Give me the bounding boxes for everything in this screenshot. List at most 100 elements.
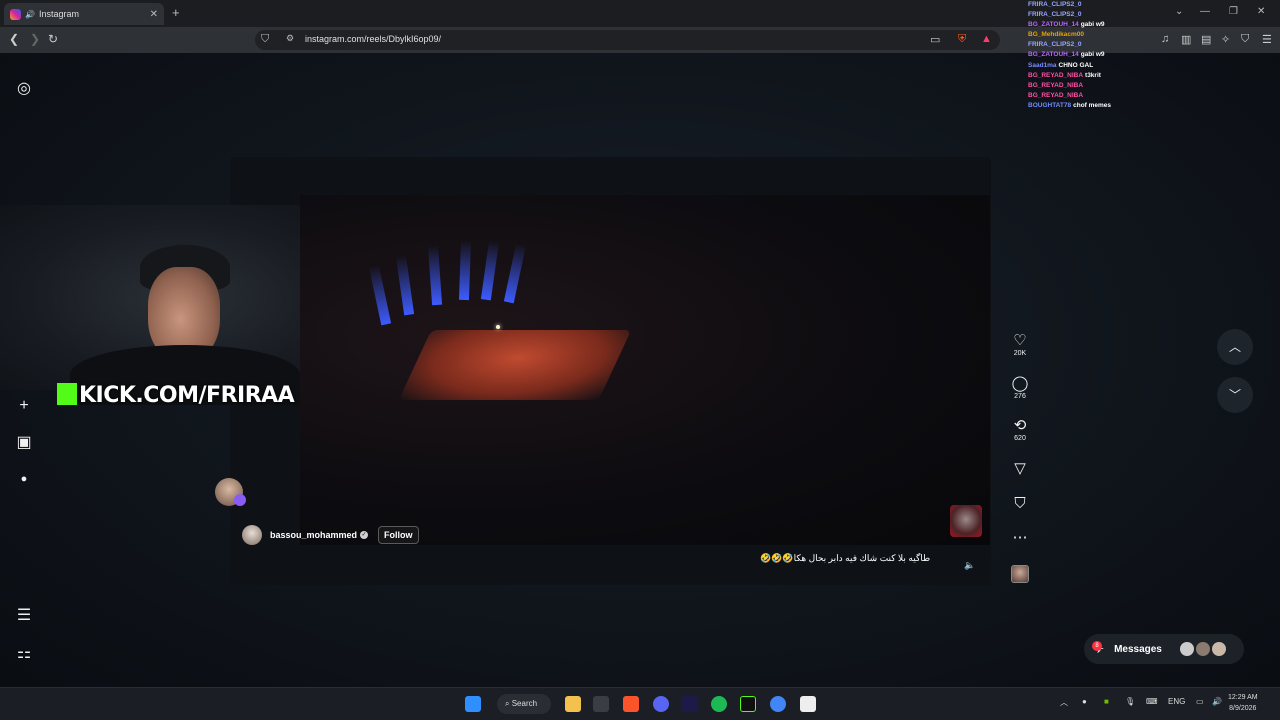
chat-username: FRIRA_CLIPS2_0 — [1028, 11, 1082, 19]
profile-avatar-icon[interactable]: ● — [15, 470, 33, 488]
menu-icon[interactable]: ☰ — [1262, 33, 1272, 46]
vpn-icon[interactable]: ⛉ — [1241, 33, 1249, 46]
reel-video-frame[interactable] — [300, 195, 990, 545]
chat-username: BG_ZATOUH_14 — [1028, 21, 1079, 29]
message-avatar — [1211, 642, 1226, 656]
like-action[interactable]: ♡ 20K — [1006, 333, 1034, 358]
more-action[interactable]: ⋯ — [1006, 530, 1034, 546]
minimize-icon[interactable]: — — [1200, 6, 1210, 17]
tray-overflow-icon[interactable]: ︿ — [1060, 697, 1068, 708]
comment-icon[interactable]: ◯ — [1006, 376, 1034, 392]
nvidia-icon[interactable]: ■ — [1104, 697, 1109, 706]
reel-video-container[interactable] — [230, 157, 991, 585]
site-info-icon[interactable]: ⚙ — [286, 33, 294, 44]
chat-username: BG_REYAD_NIBA — [1028, 71, 1084, 79]
file-explorer-icon[interactable] — [565, 696, 581, 712]
notepad-icon[interactable] — [800, 696, 816, 712]
volume-icon[interactable]: 🔈 — [964, 560, 975, 571]
reel-caption[interactable]: طاگيه بلا كنت شاك فيه دابر بحال هكا🤣🤣🤣 — [760, 553, 930, 564]
spotify-icon[interactable] — [711, 696, 727, 712]
instagram-logo-icon[interactable]: ◎ — [15, 80, 33, 98]
chat-message: BG_REYAD_NIBA — [1028, 81, 1188, 91]
chat-username: BG_REYAD_NIBA — [1028, 81, 1084, 89]
messages-button[interactable]: ✈ 8 Messages — [1084, 634, 1244, 664]
share-action[interactable]: ▽ — [1006, 461, 1034, 477]
message-avatar — [1195, 642, 1210, 656]
address-bar[interactable]: ⛉ ⚙ instagram.com/reels/DbylkI6op09/ ▭ ⛨… — [255, 30, 1000, 50]
discord-icon[interactable] — [653, 696, 669, 712]
brave-rewards-icon[interactable]: ▲ — [981, 33, 992, 45]
heart-icon[interactable]: ♡ — [1006, 333, 1034, 349]
chat-username: BG_REYAD_NIBA — [1028, 91, 1084, 99]
volume-tray-icon[interactable]: 🔊 — [1212, 697, 1222, 706]
owner-avatar[interactable] — [242, 525, 262, 545]
leo-ai-icon[interactable]: ✧ — [1221, 33, 1230, 46]
reel-owner: bassou_mohammed ✓ Follow — [242, 525, 419, 545]
messages-unread-badge: 8 — [1092, 641, 1102, 651]
also-from-meta-icon[interactable]: ⚏ — [15, 645, 33, 663]
network-icon[interactable]: ▭ — [1196, 697, 1204, 706]
chat-username: Saad1ma — [1028, 61, 1057, 69]
share-icon[interactable]: ▽ — [1006, 461, 1034, 477]
browser-tab[interactable]: 🔊 Instagram ✕ — [4, 3, 164, 25]
stage-light — [458, 239, 472, 301]
follow-button[interactable]: Follow — [378, 526, 419, 544]
chrome-icon[interactable] — [770, 696, 786, 712]
premiere-pro-icon[interactable] — [682, 696, 698, 712]
repost-icon[interactable]: ⟲ — [1006, 418, 1034, 434]
kick-logo-icon — [57, 383, 77, 405]
close-window-icon[interactable]: ✕ — [1257, 6, 1265, 17]
bookmark-icon[interactable]: ⛉ — [261, 33, 269, 46]
dashboard-icon[interactable]: ▣ — [15, 434, 33, 452]
cast-icon[interactable]: ▭ — [930, 33, 940, 46]
tab-title: Instagram — [38, 9, 79, 19]
previous-reel-button[interactable]: ︿ — [1217, 329, 1253, 365]
avatar-badge-icon — [234, 494, 246, 506]
system-clock[interactable]: 12:29 AM 8/9/2026 — [1228, 692, 1258, 714]
microphone-icon[interactable]: 🎙 — [1125, 697, 1135, 706]
owner-username[interactable]: bassou_mohammed — [270, 530, 357, 540]
wallet-icon[interactable]: ▤ — [1201, 33, 1211, 46]
save-action[interactable]: ⛉ — [1006, 496, 1034, 512]
brave-shield-icon[interactable]: ⛨ — [958, 33, 966, 46]
forward-icon[interactable]: ❯ — [30, 32, 40, 46]
close-tab-icon[interactable]: ✕ — [150, 9, 158, 20]
app-icon[interactable] — [593, 696, 609, 712]
keyboard-icon[interactable]: ⌨ — [1146, 697, 1158, 706]
back-icon[interactable]: ❮ — [9, 32, 19, 46]
language-indicator[interactable]: ENG — [1168, 697, 1185, 706]
kick-url-text: KICK.COM/FRIRAA — [79, 383, 295, 408]
windows-taskbar: ⌕ Search ︿ ● ■ 🎙 ⌨ ENG ▭ 🔊 12:29 AM 8/9/… — [0, 687, 1280, 720]
repost-action[interactable]: ⟲ 620 — [1006, 418, 1034, 443]
chat-message: BG_Mehdikacm00 — [1028, 30, 1188, 40]
brave-browser-icon[interactable] — [623, 696, 639, 712]
comment-count: 276 — [1014, 393, 1026, 400]
more-menu-icon[interactable]: ☰ — [15, 607, 33, 625]
clock-date: 8/9/2026 — [1229, 705, 1257, 712]
windows-start-icon[interactable] — [465, 696, 481, 712]
tray-app-icon[interactable]: ● — [1082, 697, 1087, 706]
stage-light — [368, 264, 392, 326]
messages-label: Messages — [1114, 643, 1162, 655]
url-text[interactable]: instagram.com/reels/DbylkI6op09/ — [305, 34, 441, 44]
audio-thumbnail[interactable] — [1011, 565, 1029, 583]
app-icon[interactable] — [740, 696, 756, 712]
bookmark-save-icon[interactable]: ⛉ — [1006, 496, 1034, 512]
new-tab-icon[interactable]: + — [172, 5, 180, 20]
chat-message: FRIRA_CLIPS2_0 — [1028, 40, 1188, 50]
verified-badge-icon: ✓ — [360, 531, 369, 539]
restore-icon[interactable]: ❐ — [1229, 6, 1238, 17]
speaker-icon[interactable]: 🔊 — [25, 10, 35, 19]
taskbar-search-label: Search — [511, 699, 538, 708]
reload-icon[interactable]: ↻ — [48, 32, 58, 46]
create-icon[interactable]: + — [15, 397, 33, 415]
more-options-icon[interactable]: ⋯ — [1006, 530, 1034, 546]
streamer-facecam — [0, 205, 300, 405]
performer-figure — [496, 325, 500, 329]
next-reel-button[interactable]: ﹀ — [1217, 377, 1253, 413]
reel-overlay-thumbnail — [950, 505, 982, 537]
comment-action[interactable]: ◯ 276 — [1006, 376, 1034, 401]
instagram-favicon-icon — [10, 8, 21, 20]
chat-text: gabi w9 — [1080, 51, 1105, 59]
taskbar-search[interactable]: ⌕ Search — [497, 694, 551, 714]
